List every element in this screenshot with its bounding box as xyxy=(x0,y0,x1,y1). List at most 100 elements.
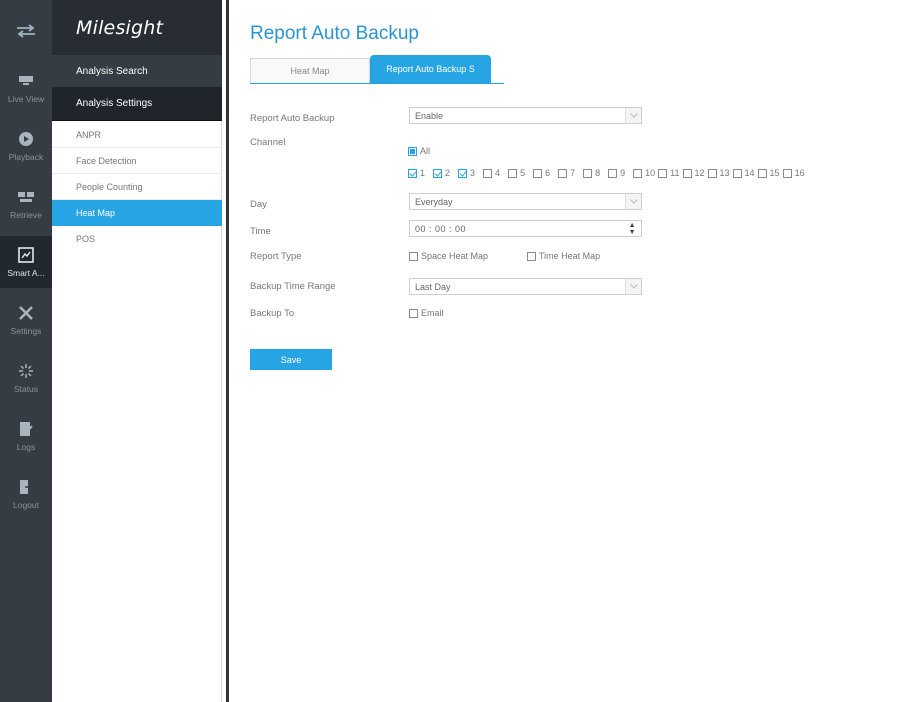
channel-checkbox[interactable] xyxy=(633,168,643,178)
report-type-label: Report Type xyxy=(250,251,302,262)
monitor-icon xyxy=(17,73,35,89)
channel-option-12[interactable]: 12 xyxy=(682,168,705,178)
channel-number: 9 xyxy=(620,168,626,178)
channel-number: 12 xyxy=(694,168,705,178)
channel-option-6[interactable]: 6 xyxy=(533,168,550,178)
menu-toggle-button[interactable] xyxy=(0,0,52,62)
logo-text: Milesight xyxy=(76,16,164,39)
channel-checkbox[interactable] xyxy=(483,168,493,178)
channel-checkbox[interactable] xyxy=(608,168,618,178)
channel-checkbox[interactable] xyxy=(707,168,717,178)
channel-number: 15 xyxy=(769,168,780,178)
channel-option-10[interactable]: 10 xyxy=(633,168,655,178)
channel-option-7[interactable]: 7 xyxy=(558,168,575,178)
rail-item-settings[interactable]: Settings xyxy=(0,294,52,346)
channel-label: Channel xyxy=(250,137,286,148)
space-heat-map-option[interactable]: Space Heat Map xyxy=(409,251,488,261)
swap-arrows-icon xyxy=(17,24,35,38)
time-heat-map-option[interactable]: Time Heat Map xyxy=(527,251,600,261)
channel-option-14[interactable]: 14 xyxy=(732,168,755,178)
day-select[interactable]: Everyday xyxy=(409,193,642,210)
channel-checkbox[interactable] xyxy=(658,168,668,178)
channel-option-16[interactable]: 16 xyxy=(782,168,805,178)
logs-icon xyxy=(17,421,35,437)
channel-option-8[interactable]: 8 xyxy=(583,168,600,178)
rail-item-status[interactable]: Status xyxy=(0,352,52,404)
email-checkbox[interactable] xyxy=(409,308,418,318)
rail-label: Status xyxy=(13,383,39,394)
backup-time-range-label: Backup Time Range xyxy=(250,281,336,292)
spinner-arrows-icon[interactable]: ▲ ▼ xyxy=(629,222,636,236)
email-option[interactable]: Email xyxy=(409,308,444,318)
rail-item-playback[interactable]: Playback xyxy=(0,120,52,172)
tab-report-auto-backup[interactable]: Report Auto Backup S xyxy=(370,55,491,83)
nav-item-people-counting[interactable]: People Counting xyxy=(52,174,222,200)
channel-checkbox[interactable] xyxy=(782,168,792,178)
time-value: 00 : 00 : 00 xyxy=(415,223,467,234)
nav-item-pos[interactable]: POS xyxy=(52,226,222,252)
backup-to-label: Backup To xyxy=(250,308,295,319)
playback-icon xyxy=(17,131,35,147)
channel-number: 14 xyxy=(744,168,755,178)
select-value: Enable xyxy=(415,110,444,121)
channel-checkbox[interactable] xyxy=(408,168,417,178)
channel-option-13[interactable]: 13 xyxy=(707,168,730,178)
channel-checkbox[interactable] xyxy=(458,168,468,178)
time-heat-map-checkbox[interactable] xyxy=(527,251,536,261)
nav-analysis-settings[interactable]: Analysis Settings xyxy=(52,87,222,121)
channel-checkbox[interactable] xyxy=(558,168,568,178)
report-auto-backup-select[interactable]: Enable xyxy=(409,107,642,124)
rail-item-smart-analytics[interactable]: Smart A... xyxy=(0,236,52,288)
channel-option-1[interactable]: 1 xyxy=(408,168,425,178)
select-value: Everyday xyxy=(415,196,453,207)
channel-all-checkbox[interactable] xyxy=(408,146,417,156)
rail-label: Logout xyxy=(13,499,39,510)
space-heat-map-label: Space Heat Map xyxy=(421,251,489,261)
channel-option-3[interactable]: 3 xyxy=(458,168,475,178)
backup-time-range-select[interactable]: Last Day xyxy=(409,278,642,295)
rail-label: Logs xyxy=(16,441,36,452)
chevron-down-icon xyxy=(625,194,641,209)
nav-item-anpr[interactable]: ANPR xyxy=(52,122,222,148)
channel-option-5[interactable]: 5 xyxy=(508,168,525,178)
rail-item-live-view[interactable]: Live View xyxy=(0,62,52,114)
channel-option-11[interactable]: 11 xyxy=(658,168,680,178)
channel-option-15[interactable]: 15 xyxy=(757,168,780,178)
save-button[interactable]: Save xyxy=(250,349,332,370)
channel-number: 11 xyxy=(670,168,680,178)
channel-number: 4 xyxy=(495,168,501,178)
nav-item-face-detection[interactable]: Face Detection xyxy=(52,148,222,174)
channel-option-2[interactable]: 2 xyxy=(433,168,450,178)
channel-checkbox[interactable] xyxy=(508,168,518,178)
channel-number: 7 xyxy=(570,168,576,178)
panel-divider xyxy=(226,0,229,702)
channel-option-9[interactable]: 9 xyxy=(608,168,625,178)
nav-analysis-search[interactable]: Analysis Search xyxy=(52,55,222,87)
rail-label: Retrieve xyxy=(10,209,42,220)
rail-item-logs[interactable]: Logs xyxy=(0,410,52,462)
chevron-down-icon xyxy=(625,279,641,294)
status-icon xyxy=(17,363,35,379)
time-label: Time xyxy=(250,226,271,237)
settings-icon xyxy=(17,305,35,321)
channel-all-option[interactable]: All xyxy=(408,146,430,156)
space-heat-map-checkbox[interactable] xyxy=(409,251,418,261)
rail-item-retrieve[interactable]: Retrieve xyxy=(0,178,52,230)
channel-checkbox[interactable] xyxy=(583,168,593,178)
channel-option-4[interactable]: 4 xyxy=(483,168,500,178)
nav-item-heat-map[interactable]: Heat Map xyxy=(52,200,222,226)
channel-checkbox[interactable] xyxy=(533,168,543,178)
day-label: Day xyxy=(250,199,267,210)
logout-icon xyxy=(17,479,35,495)
channel-checkbox[interactable] xyxy=(732,168,742,178)
time-input[interactable]: 00 : 00 : 00 ▲ ▼ xyxy=(409,220,642,237)
email-label: Email xyxy=(421,308,444,318)
channel-all-label: All xyxy=(420,146,431,156)
channel-checkbox[interactable] xyxy=(682,168,692,178)
tab-heat-map[interactable]: Heat Map xyxy=(250,58,370,83)
rail-label: Live View xyxy=(7,93,45,104)
rail-item-logout[interactable]: Logout xyxy=(0,468,52,520)
channel-checkbox[interactable] xyxy=(433,168,443,178)
channel-number: 3 xyxy=(470,168,476,178)
channel-checkbox[interactable] xyxy=(757,168,767,178)
